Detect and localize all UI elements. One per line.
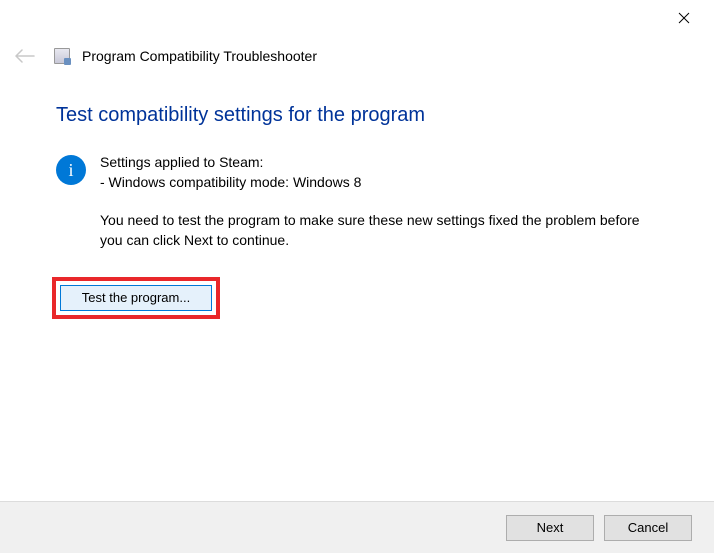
- compat-mode-label: - Windows compatibility mode: Windows 8: [100, 173, 361, 193]
- content-area: Test compatibility settings for the prog…: [0, 76, 714, 319]
- instruction-text: You need to test the program to make sur…: [100, 210, 658, 251]
- wizard-footer: Next Cancel: [0, 501, 714, 553]
- troubleshooter-icon: [54, 48, 70, 64]
- wizard-header: Program Compatibility Troubleshooter: [0, 36, 714, 76]
- titlebar: [0, 0, 714, 36]
- next-button[interactable]: Next: [506, 515, 594, 541]
- cancel-button[interactable]: Cancel: [604, 515, 692, 541]
- info-block: i Settings applied to Steam: - Windows c…: [56, 153, 658, 192]
- info-text: Settings applied to Steam: - Windows com…: [100, 153, 361, 192]
- info-icon: i: [56, 155, 86, 185]
- page-title: Test compatibility settings for the prog…: [56, 104, 658, 127]
- test-program-button[interactable]: Test the program...: [60, 285, 212, 311]
- close-button[interactable]: [672, 6, 696, 30]
- settings-applied-label: Settings applied to Steam:: [100, 153, 361, 173]
- back-button: [14, 45, 36, 67]
- wizard-title: Program Compatibility Troubleshooter: [82, 48, 317, 64]
- back-arrow-icon: [15, 49, 35, 63]
- highlight-annotation: Test the program...: [52, 277, 220, 319]
- close-icon: [678, 12, 690, 24]
